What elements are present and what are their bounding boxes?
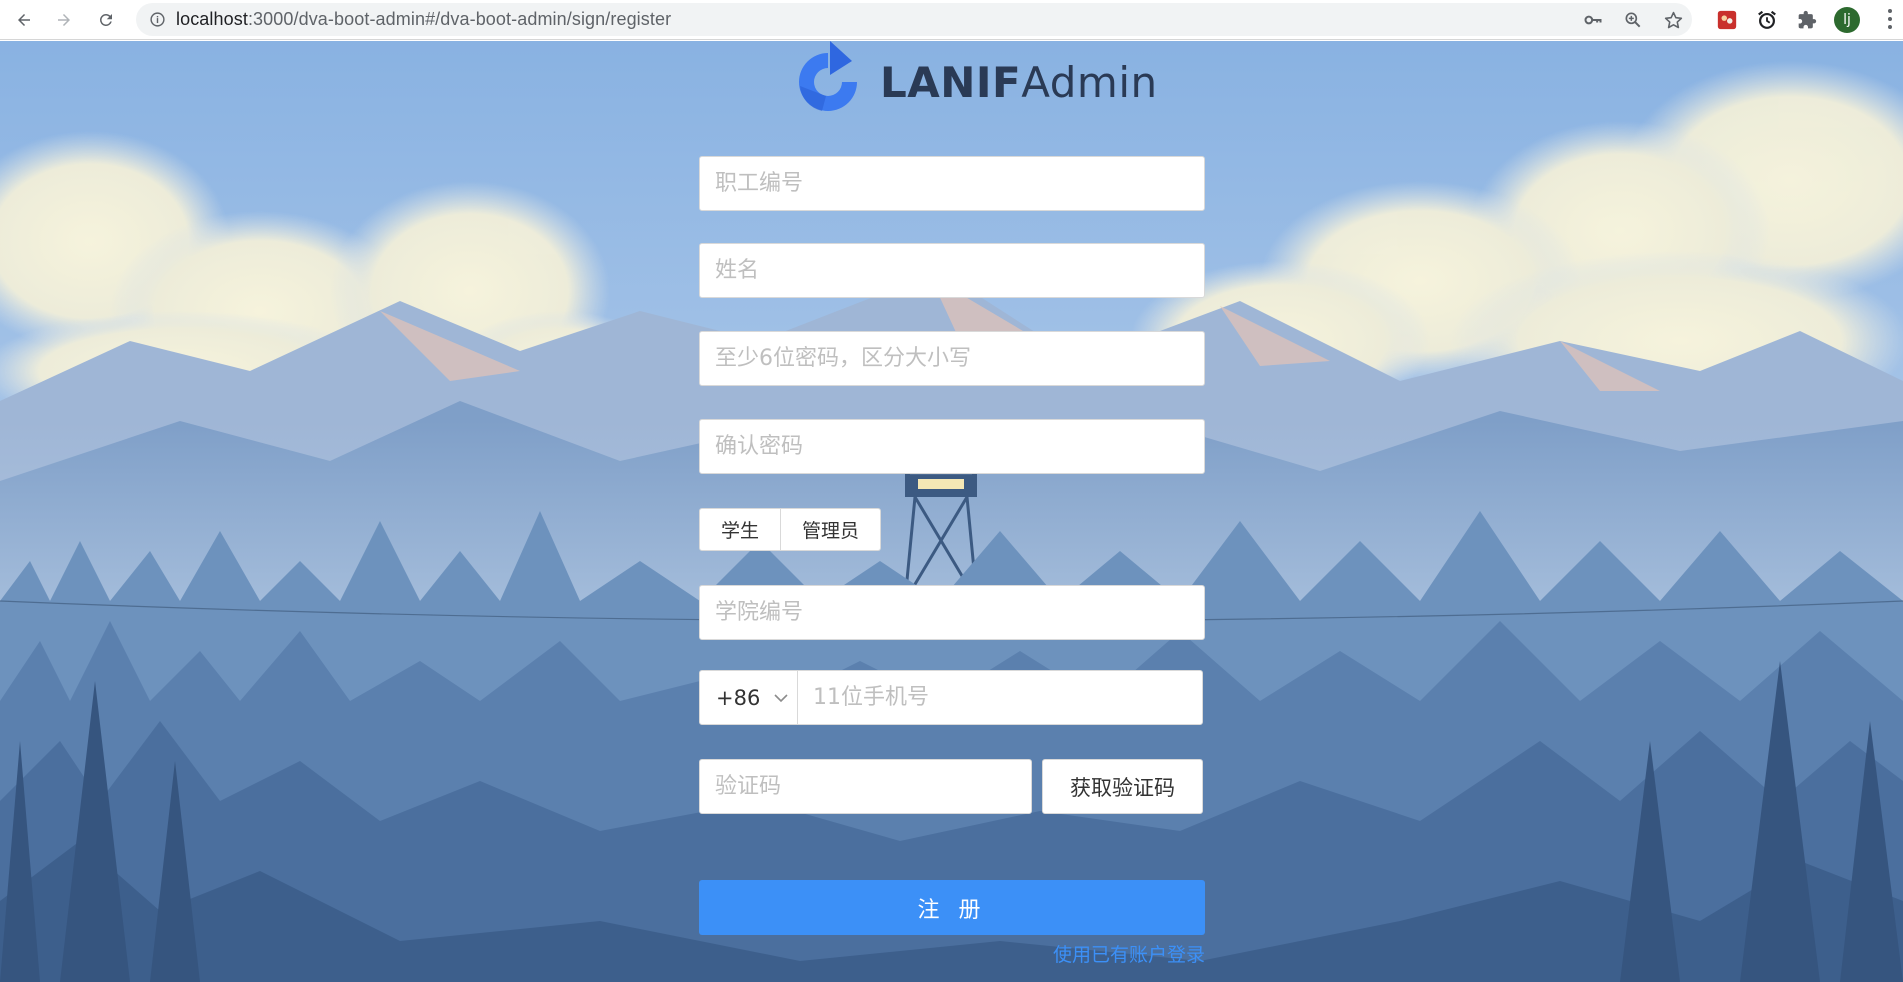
phone-field: +86	[699, 670, 1203, 725]
role-student-button[interactable]: 学生	[699, 508, 781, 551]
reload-icon	[99, 13, 112, 26]
reload-button[interactable]	[92, 6, 120, 34]
url-text: localhost:3000/dva-boot-admin#/dva-boot-…	[176, 9, 672, 29]
register-page: LANIFAdmin 学生 管理员 +86 获取验证码 注 册 使用已有账户登录	[0, 41, 1903, 982]
star-icon[interactable]	[1660, 7, 1686, 33]
password-input[interactable]	[699, 331, 1205, 386]
phone-input[interactable]	[798, 671, 1202, 724]
back-icon	[18, 14, 30, 26]
login-link[interactable]: 使用已有账户登录	[1053, 940, 1205, 967]
back-button[interactable]	[10, 6, 38, 34]
browser-toolbar: localhost:3000/dva-boot-admin#/dva-boot-…	[0, 0, 1903, 40]
address-bar[interactable]: localhost:3000/dva-boot-admin#/dva-boot-…	[136, 3, 1692, 36]
key-icon[interactable]	[1580, 7, 1606, 33]
profile-avatar[interactable]: lj	[1834, 6, 1860, 33]
get-code-button[interactable]: 获取验证码	[1042, 759, 1203, 814]
role-admin-button[interactable]: 管理员	[781, 508, 881, 551]
confirm-password-input[interactable]	[699, 419, 1205, 474]
college-id-input[interactable]	[699, 585, 1205, 640]
name-input[interactable]	[699, 243, 1205, 298]
verification-code-input[interactable]	[699, 759, 1032, 814]
puzzle-icon[interactable]	[1794, 7, 1820, 33]
phone-prefix-select[interactable]: +86	[700, 671, 798, 724]
forward-icon	[58, 14, 70, 26]
app-logo: LANIFAdmin	[792, 41, 1158, 123]
chevron-down-icon	[774, 693, 788, 702]
logo-text: LANIFAdmin	[880, 57, 1158, 107]
info-icon[interactable]	[148, 11, 166, 29]
alarm-icon[interactable]	[1754, 7, 1780, 33]
menu-icon[interactable]	[1887, 8, 1893, 30]
extension-red-icon[interactable]	[1714, 7, 1740, 33]
register-button[interactable]: 注 册	[699, 880, 1205, 935]
role-radio-group: 学生 管理员	[699, 508, 881, 551]
zoom-icon[interactable]	[1620, 7, 1646, 33]
phone-prefix-value: +86	[716, 685, 761, 710]
employee-id-input[interactable]	[699, 156, 1205, 211]
logo-icon	[799, 41, 857, 111]
forward-button[interactable]	[50, 6, 78, 34]
